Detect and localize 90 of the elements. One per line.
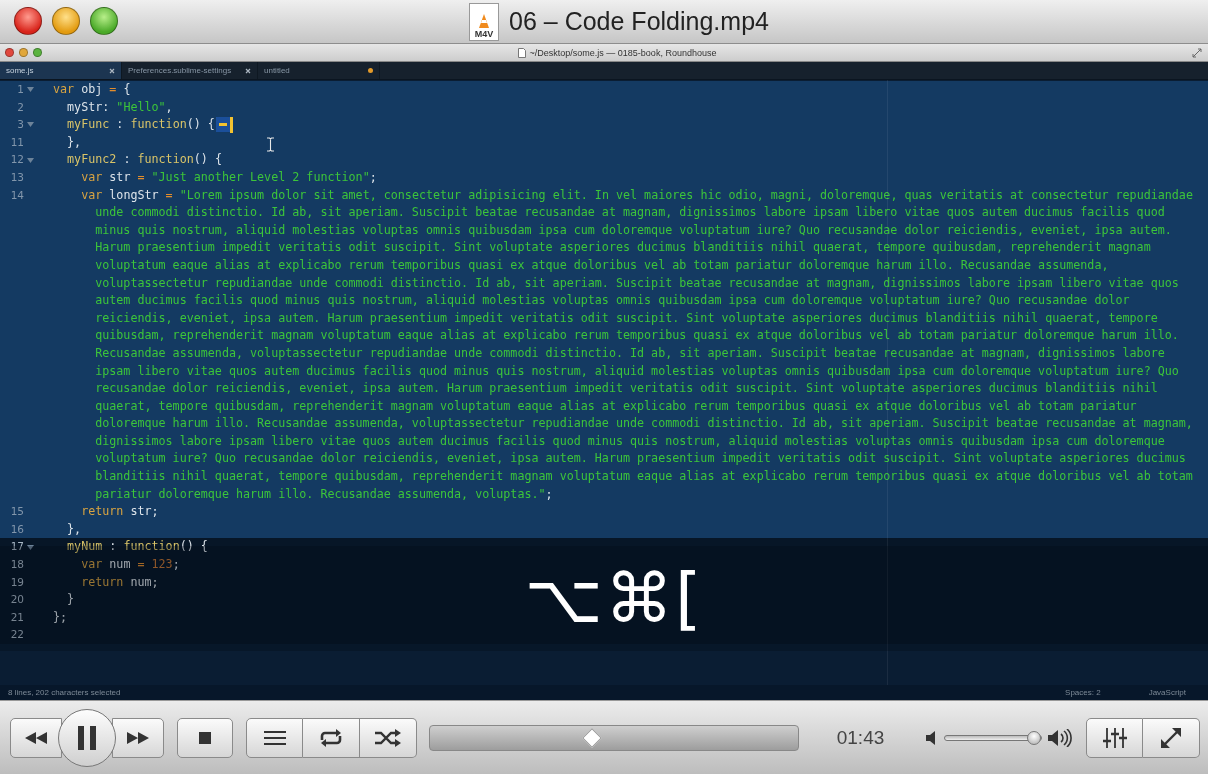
expand-icon	[1192, 47, 1202, 58]
elapsed-time: 01:43	[835, 726, 886, 749]
code-text: },	[66, 133, 82, 151]
line-number: 20	[9, 592, 24, 608]
close-window-button[interactable]	[14, 7, 42, 35]
code-text: var obj = {	[53, 81, 131, 98]
line-number: 2	[16, 99, 24, 115]
file-type-label: M4V	[474, 28, 494, 40]
seek-slider[interactable]	[429, 724, 799, 751]
fullscreen-button[interactable]	[1143, 717, 1200, 758]
line-number: 19	[9, 574, 24, 590]
code-text: Recusandae assumenda, voluptassectetur repudiandae unde commodi distinctio. Id ab, sit aperiam. Suscipit beatae recusandae at magnam, dignissimos labore	[95, 344, 1165, 362]
rewind-icon	[25, 731, 47, 744]
code-text: myNum : function() {	[66, 538, 208, 556]
line-number: 14	[9, 187, 24, 203]
line-number: 15	[9, 504, 24, 520]
line-number: 21	[9, 609, 24, 625]
fast-forward-icon	[127, 731, 149, 744]
minimize-window-button[interactable]	[19, 48, 28, 57]
editor-tab[interactable]: some.js	[0, 62, 122, 79]
rewind-button[interactable]	[10, 717, 62, 758]
code-text: autem ducimus facilis quod minus quis nostrum, aliquid molestias voluptas omnis quibusdam ipsa cum doloremque voluptatum iure? Quo recusandae dolor	[95, 292, 1130, 310]
fullscreen-icon	[1160, 726, 1182, 749]
equalizer-icon	[1102, 727, 1127, 748]
shortcut-keys: ⌥⌘[	[504, 559, 704, 638]
code-text: };	[53, 608, 68, 626]
code-text: myFunc : function() {	[66, 116, 215, 134]
stop-button[interactable]	[177, 717, 233, 758]
shuffle-icon	[375, 728, 401, 747]
volume-high-icon	[1048, 728, 1074, 747]
code-text: ipsam libero vitae quos autem ducimus facilis quod minus quis nostrum, aliquid molestias voluptas omnis quibusdam ipsa cum doloremque voluptatum iure? Quo	[95, 362, 1179, 380]
code-text: dignissimos labore ipsam libero vitae quos autem ducimus facilis quod minus quis nostrum, aliquid molestias voluptas omnis quibusdam ipsa cum doloremque	[95, 432, 1165, 450]
equalizer-button[interactable]	[1086, 717, 1143, 758]
code-text: }	[66, 591, 75, 609]
menu-icon	[263, 729, 286, 746]
line-number: 12	[9, 152, 24, 168]
syntax-status[interactable]: JavaScript	[1148, 688, 1186, 697]
code-text: recusandae dolor reiciendis, eveniet, ipsa autem. Harum praesentium impedit veritatis odit suscipit. Sint voluptate asperiores ducimus blanditiis nihil	[95, 380, 1158, 398]
editor-tab[interactable]: Preferences.sublime-settings	[122, 62, 258, 79]
volume-low-icon	[926, 730, 938, 745]
line-number: 22	[9, 627, 24, 643]
code-text: myStr: "Hello",	[66, 98, 173, 116]
playlist-button[interactable]	[246, 717, 303, 758]
code-text: return str;	[80, 503, 159, 521]
pause-icon	[77, 725, 97, 750]
code-text: voluptassectetur repudiandae unde commodi distinctio. Id ab, sit aperiam. Suscipit beatae recusandae at magnam, dignissimos labore ipsam libero vitae quos	[95, 274, 1179, 292]
code-text: reiciendis, eveniet, ipsa autem. Harum praesentium impedit veritatis odit suscipit. Sint voluptate asperiores ducimus blanditiis nihil quaerat, tempore	[95, 309, 1158, 327]
code-text: var longStr = "Lorem ipsum dolor sit amet, consectetur adipisicing elit. In vel maiores hic odio, magni, doloremque, quas veritatis at consectetur repudiandae	[80, 186, 1193, 204]
line-number: 13	[9, 169, 24, 185]
code-text: doloremque harum illo. Recusandae assumenda, voluptassectetur repudiandae unde commodi distinctio. Id ab, sit aperiam. Suscipit beatae recusandae at magnam,	[95, 415, 1193, 433]
window-title: 06 – Code Folding.mp4	[509, 7, 769, 36]
line-number: 16	[9, 521, 24, 537]
code-text: var str = "Just another Level 2 function";	[80, 168, 377, 186]
code-text: Harum praesentium impedit veritatis odit suscipit. Sint voluptate asperiores ducimus blanditiis nihil quaerat, tempore quibusdam, reprehenderit magnam	[95, 239, 1151, 257]
zoom-window-button[interactable]	[33, 48, 42, 57]
code-text: blanditiis nihil quaerat, tempore quibusdam, reprehenderit magnam voluptatum eaque alias at explicabo rerum temporibus quasi ex atque doloribus vel ab totam	[95, 468, 1193, 486]
code-text: quaerat, tempore quibusdam, reprehenderit magnam voluptatum eaque alias at explicabo rerum temporibus quasi ex atque doloribus vel ab totam pariatur	[95, 397, 1137, 415]
code-text: voluptatum iure? Quo recusandae dolor reiciendis, eveniet, ipsa autem. Harum praesentium impedit veritatis odit suscipit. Sint voluptate asperiores ducimus	[95, 450, 1186, 468]
volume-thumb[interactable]	[1027, 730, 1042, 745]
zoom-window-button[interactable]	[90, 7, 118, 35]
minimize-window-button[interactable]	[52, 7, 80, 35]
line-number: 17	[9, 539, 24, 555]
code-text: voluptatum eaque alias at explicabo rerum temporibus quasi ex atque doloribus vel ab totam pariatur doloremque harum illo. Recusandae assumenda,	[95, 256, 1109, 274]
text-cursor-icon	[266, 137, 275, 152]
selection-status: 8 lines, 202 characters selected	[8, 688, 121, 697]
line-number: 18	[9, 557, 24, 573]
stop-icon	[199, 731, 211, 744]
indentation-status[interactable]: Spaces: 2	[1065, 688, 1101, 697]
close-window-button[interactable]	[5, 48, 14, 57]
fast-forward-button[interactable]	[112, 717, 164, 758]
line-number: 1	[16, 82, 24, 97]
code-text: unde commodi distinctio. Id ab, sit aperiam. Suscipit beatae recusandae at magnam, dignissimos labore ipsam libero vitae quos autem ducimus facilis quod	[95, 204, 1165, 222]
shuffle-button[interactable]	[360, 717, 417, 758]
code-text: },	[66, 520, 82, 538]
editor-tab[interactable]: untitled	[258, 62, 380, 79]
close-icon[interactable]	[245, 67, 251, 74]
repeat-button[interactable]	[303, 717, 360, 758]
code-text: minus quis nostrum, aliquid molestias voluptas omnis quibusdam ipsa cum doloremque voluptatum iure? Quo recusandae dolor reiciendis, eveniet, ipsa autem.	[95, 221, 1172, 239]
text-caret	[229, 117, 233, 133]
code-text: myFunc2 : function() {	[66, 151, 222, 169]
code-text: pariatur doloremque harum illo. Recusandae assumenda, voluptas.";	[95, 485, 553, 503]
document-icon	[517, 47, 526, 58]
code-text: quibusdam, reprehenderit magnam voluptatum eaque alias at explicabo rerum temporibus quasi ex atque doloribus vel ab totam pariatur doloremque harum illo.	[95, 327, 1179, 345]
close-icon[interactable]	[109, 67, 115, 74]
line-number: 3	[16, 117, 24, 133]
window-title: ~/Desktop/some.js — 0185-book, Roundhouse	[529, 47, 717, 58]
repeat-icon	[318, 728, 344, 747]
line-number: 11	[9, 134, 24, 150]
code-text: var num = 123;	[80, 556, 180, 574]
code-text: return num;	[80, 573, 159, 591]
